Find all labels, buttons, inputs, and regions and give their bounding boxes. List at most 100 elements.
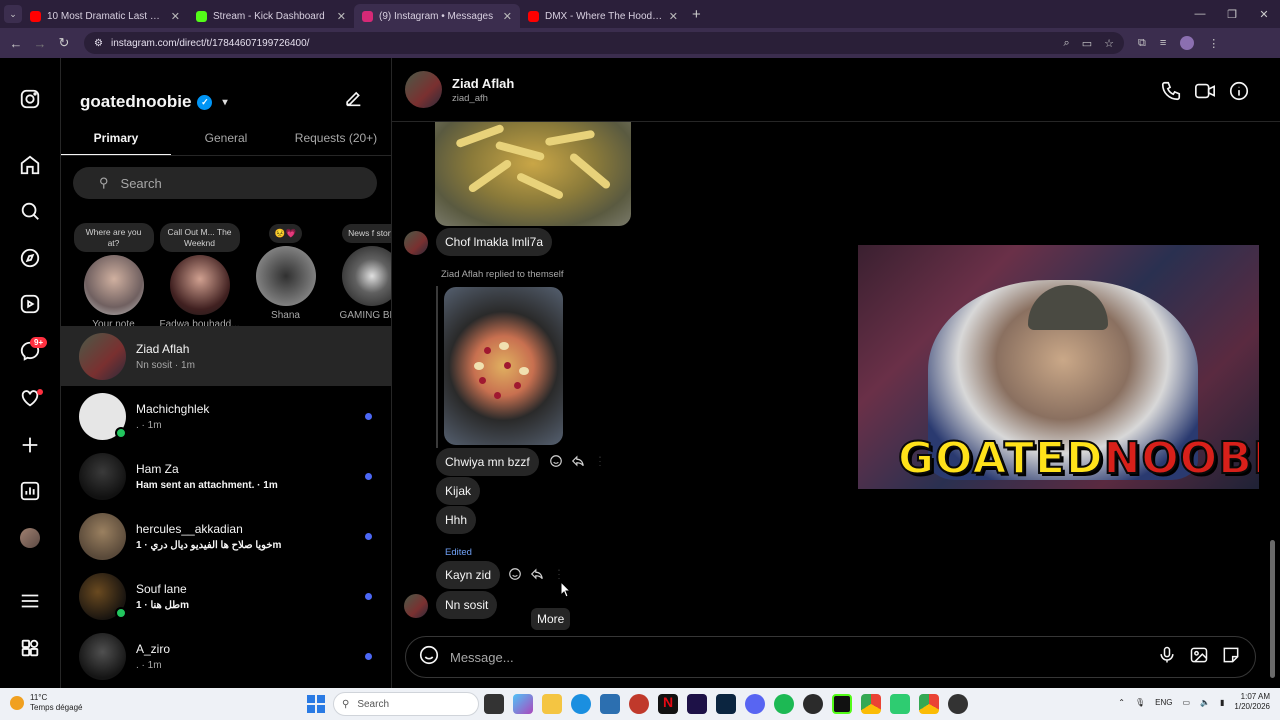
chevron-up-icon[interactable]: ⌃ [1118, 698, 1125, 707]
message-bubble[interactable]: Hhh [436, 506, 477, 534]
thread-item[interactable]: Machichghlek . · 1m [61, 386, 391, 446]
sticker-icon[interactable] [1221, 645, 1241, 670]
avatar[interactable] [405, 71, 442, 108]
browser-tab-4[interactable]: DMX - Where The Hood At? (D✕ [520, 4, 686, 28]
obs-icon[interactable] [803, 694, 823, 714]
close-tab-icon[interactable]: ✕ [171, 10, 180, 23]
edge-icon[interactable] [571, 694, 591, 714]
reels-icon[interactable] [18, 292, 42, 316]
app-icon[interactable] [629, 694, 649, 714]
close-tab-icon[interactable]: ✕ [669, 10, 678, 23]
weather-widget[interactable]: 11°C Temps dégagé [10, 693, 82, 712]
microphone-icon[interactable]: 🎙 [1135, 698, 1145, 707]
browser-tab-1[interactable]: 10 Most Dramatic Last MINUTE✕ [22, 4, 188, 28]
taskbar-search[interactable]: ⚲ Search [333, 692, 479, 716]
discord-icon[interactable] [745, 694, 765, 714]
browser-tab-3[interactable]: (9) Instagram • Messages ✕ [354, 4, 520, 28]
tab-primary[interactable]: Primary [61, 122, 171, 155]
tab-list-icon[interactable]: ≡ [1160, 37, 1166, 49]
tab-search-button[interactable]: ⌄ [4, 5, 22, 23]
tab-general[interactable]: General [171, 122, 281, 155]
note-item[interactable]: 😣💗 Shana [243, 223, 328, 321]
phone-call-icon[interactable] [1160, 80, 1182, 107]
contact-name[interactable]: Ziad Aflah [452, 76, 514, 91]
premiere-icon[interactable] [687, 694, 707, 714]
copilot-icon[interactable] [513, 694, 533, 714]
dashboard-icon[interactable] [18, 479, 42, 503]
react-emoji-icon[interactable] [508, 567, 522, 586]
instagram-logo-icon[interactable] [18, 87, 42, 111]
microphone-icon[interactable] [1157, 645, 1177, 670]
message-input[interactable]: Message... [450, 650, 1157, 665]
chrome-profile-icon[interactable] [919, 694, 939, 714]
reload-button[interactable]: ↻ [52, 35, 76, 51]
message-bubble[interactable]: Chwiya mn bzzf [436, 448, 539, 476]
forward-button[interactable]: → [28, 36, 52, 51]
kick-app-icon[interactable] [832, 694, 852, 714]
cast-icon[interactable]: ▭ [1082, 37, 1092, 50]
message-bubble[interactable]: Nn sosit [436, 591, 498, 619]
browser-menu-icon[interactable]: ⋮ [1208, 37, 1219, 50]
account-switcher[interactable]: goatednoobie ✓ ▾ [80, 92, 227, 112]
new-message-icon[interactable] [343, 88, 367, 112]
create-plus-icon[interactable] [18, 433, 42, 457]
volume-icon[interactable]: 🔈 [1200, 698, 1210, 707]
task-view-icon[interactable] [484, 694, 504, 714]
file-explorer-icon[interactable] [542, 694, 562, 714]
site-info-icon[interactable]: ⚙ [94, 38, 103, 49]
home-icon[interactable] [18, 153, 42, 177]
video-call-icon[interactable] [1194, 80, 1216, 107]
reply-icon[interactable] [530, 567, 544, 586]
store-icon[interactable] [600, 694, 620, 714]
profile-avatar[interactable] [18, 526, 42, 550]
search-input[interactable]: ⚲ Search [73, 167, 377, 199]
thread-item[interactable]: hercules__akkadian خويا صلاح ها الفيديو د… [61, 506, 391, 566]
windows-start-icon[interactable] [307, 695, 325, 713]
menu-icon[interactable] [18, 589, 42, 613]
reply-icon[interactable] [571, 454, 585, 473]
display-icon[interactable]: ▭ [1182, 698, 1190, 707]
browser-tab-2[interactable]: Stream - Kick Dashboard ✕ [188, 4, 354, 28]
photoshop-icon[interactable] [716, 694, 736, 714]
battery-icon[interactable]: ▮ [1220, 698, 1224, 707]
message-bubble[interactable]: Kayn zid [436, 561, 501, 589]
also-from-meta-icon[interactable] [18, 636, 42, 660]
image-message[interactable] [435, 122, 631, 226]
netflix-icon[interactable]: N [658, 694, 678, 714]
notepad-icon[interactable] [890, 694, 910, 714]
thread-item[interactable]: Ham Za Ham sent an attachment. · 1m [61, 446, 391, 506]
minimize-button[interactable]: — [1184, 0, 1216, 28]
spotify-icon[interactable] [774, 694, 794, 714]
emoji-icon[interactable] [418, 644, 440, 671]
chrome-icon[interactable] [861, 694, 881, 714]
message-bubble[interactable]: Chof lmakla lmli7a [436, 228, 553, 256]
message-bubble[interactable]: Kijak [436, 477, 481, 505]
new-tab-button[interactable]: + [692, 6, 701, 23]
explore-icon[interactable] [18, 246, 42, 270]
react-emoji-icon[interactable] [549, 454, 563, 473]
back-button[interactable]: ← [4, 36, 28, 51]
thread-item[interactable]: Souf lane طل هنا · 1m [61, 566, 391, 626]
close-tab-icon[interactable]: ✕ [337, 10, 346, 23]
close-window-button[interactable]: ✕ [1248, 0, 1280, 28]
tab-requests[interactable]: Requests (20+) [281, 122, 391, 155]
thread-item[interactable]: A_ziro . · 1m [61, 626, 391, 686]
profile-avatar[interactable] [1180, 36, 1195, 50]
language-indicator[interactable]: ENG [1155, 698, 1172, 707]
extensions-icon[interactable]: ⧉ [1138, 37, 1146, 50]
close-tab-icon[interactable]: ✕ [503, 10, 512, 23]
maximize-button[interactable]: ❐ [1216, 0, 1248, 28]
url-bar[interactable]: ⚙ instagram.com/direct/t/178446071997264… [84, 32, 1124, 54]
image-upload-icon[interactable] [1189, 645, 1209, 670]
note-item[interactable]: Where are you at? Your note [71, 223, 156, 330]
more-options-icon[interactable] [593, 454, 607, 473]
thread-item[interactable]: Ziad Aflah Nn sosit · 1m [61, 326, 391, 386]
bookmark-star-icon[interactable]: ☆ [1104, 37, 1114, 50]
info-icon[interactable] [1228, 80, 1250, 107]
clock[interactable]: 1:07 AM 1/20/2026 [1234, 692, 1270, 713]
chat-scrollbar[interactable] [1270, 128, 1275, 678]
search-icon[interactable] [18, 199, 42, 223]
image-message[interactable] [444, 287, 563, 445]
note-item[interactable]: News f story GAMING BDA [329, 223, 391, 321]
zoom-icon[interactable]: ⌕ [1064, 37, 1070, 50]
